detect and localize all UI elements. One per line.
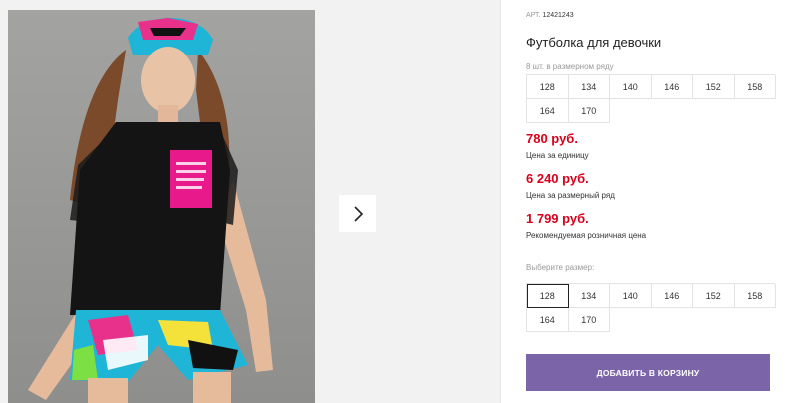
pack-size-cell: 146 xyxy=(651,75,693,99)
pack-price: 6 240 руб. xyxy=(526,171,589,186)
unit-price: 780 руб. xyxy=(526,131,578,146)
product-title: Футболка для девочки xyxy=(526,35,662,50)
choose-size-label: Выберите размер: xyxy=(526,263,595,272)
unit-price-note: Цена за единицу xyxy=(526,151,589,160)
size-option[interactable]: 146 xyxy=(651,284,693,308)
pack-size-cell: 140 xyxy=(610,75,652,99)
product-page: АРТ. 12421243 Футболка для девочки 8 шт. … xyxy=(0,0,800,403)
size-option[interactable]: 164 xyxy=(527,308,569,332)
size-option[interactable]: 140 xyxy=(610,284,652,308)
sku-line: АРТ. 12421243 xyxy=(526,12,574,19)
retail-price: 1 799 руб. xyxy=(526,211,589,226)
choose-size-grid: 128 134 140 146 152 158 164 170 xyxy=(526,283,776,332)
chevron-right-icon xyxy=(353,205,363,222)
retail-price-note: Рекомендуемая розничная цена xyxy=(526,231,647,240)
size-option[interactable]: 134 xyxy=(568,284,610,308)
size-option[interactable]: 158 xyxy=(734,284,776,308)
sku-value: 12421243 xyxy=(542,12,574,19)
sku-label: АРТ. xyxy=(526,12,541,19)
pack-size-cell: 170 xyxy=(568,99,610,123)
pack-size-cell: 158 xyxy=(734,75,776,99)
size-option[interactable]: 152 xyxy=(693,284,735,308)
column-divider xyxy=(500,0,501,403)
next-image-button[interactable] xyxy=(339,195,376,232)
size-option[interactable]: 170 xyxy=(568,308,610,332)
pack-label: 8 шт. в размерном ряду xyxy=(526,62,614,71)
pack-size-cell: 164 xyxy=(527,99,569,123)
product-photo[interactable] xyxy=(8,10,315,403)
size-option-selected[interactable]: 128 xyxy=(527,284,569,308)
pack-price-note: Цена за размерный ряд xyxy=(526,191,615,200)
pack-size-cell: 128 xyxy=(527,75,569,99)
pack-size-grid: 128 134 140 146 152 158 164 170 xyxy=(526,74,776,123)
pack-size-cell: 152 xyxy=(693,75,735,99)
pack-size-cell: 134 xyxy=(568,75,610,99)
product-gallery xyxy=(0,0,500,403)
add-to-cart-button[interactable]: ДОБАВИТЬ В КОРЗИНУ xyxy=(526,354,770,391)
product-photo-illustration xyxy=(8,10,315,403)
